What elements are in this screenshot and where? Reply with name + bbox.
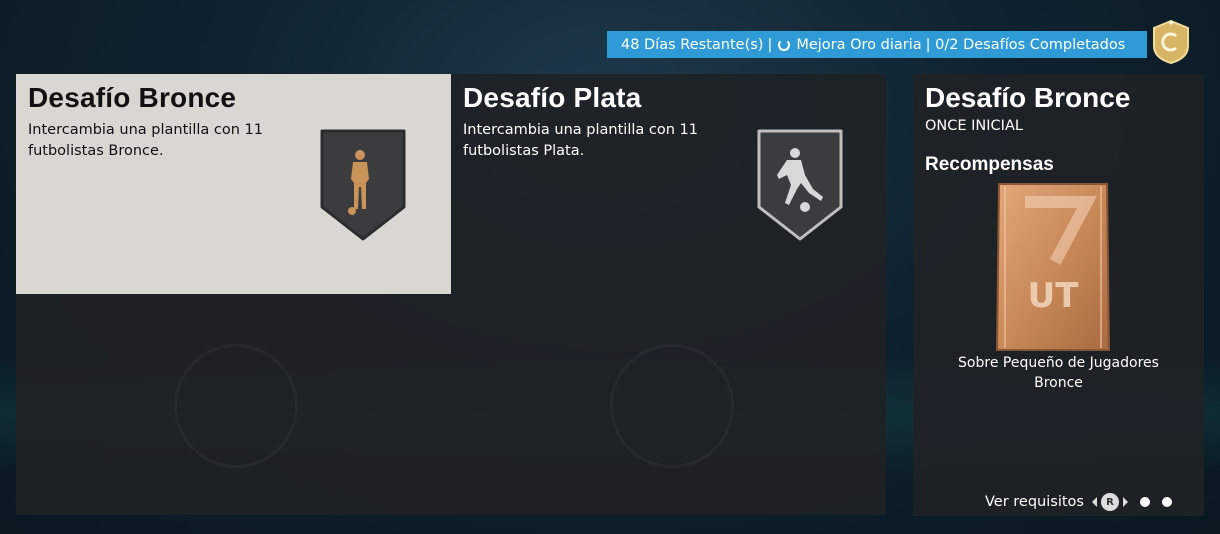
rewards-heading: Recompensas: [925, 154, 1054, 175]
arrow-right-icon: [1122, 497, 1128, 507]
upgrade-label: Mejora Oro diaria: [796, 36, 922, 53]
dribbling-player-icon: [757, 129, 843, 241]
bronze-pack-icon: UT: [995, 183, 1111, 351]
page-dot-1[interactable]: [1139, 497, 1150, 507]
challenges-completed: | 0/2 Desafíos Completados: [925, 36, 1126, 53]
detail-subtitle: ONCE INICIAL: [925, 118, 1023, 134]
challenge-title: Desafío Bronce: [28, 82, 237, 113]
reward-label: Sobre Pequeño de Jugadores Bronce: [913, 353, 1204, 393]
days-remaining: 48 Días Restante(s): [621, 36, 764, 53]
challenges-panel: Desafío Bronce Intercambia una plantilla…: [16, 74, 886, 515]
challenge-card-bronze[interactable]: Desafío Bronce Intercambia una plantilla…: [16, 74, 451, 294]
reward-line-2: Bronce: [1034, 375, 1083, 391]
banner-separator: |: [767, 36, 773, 53]
requirements-footer: Ver requisitos R: [985, 493, 1172, 511]
challenge-description: Intercambia una plantilla con 11 futboli…: [463, 122, 698, 159]
challenge-description: Intercambia una plantilla con 11 futboli…: [28, 122, 263, 159]
challenge-detail-panel: Desafío Bronce ONCE INICIAL Recompensas …: [913, 74, 1204, 516]
challenge-title: Desafío Plata: [463, 82, 642, 113]
svg-text:UT: UT: [1028, 276, 1080, 316]
ghost-emblem-right: [610, 344, 734, 468]
season-banner: 48 Días Restante(s) | Mejora Oro diaria …: [607, 31, 1147, 58]
detail-title: Desafío Bronce: [925, 82, 1131, 113]
standing-player-icon: [320, 129, 406, 241]
challenge-card-silver[interactable]: Desafío Plata Intercambia una plantilla …: [451, 74, 886, 294]
reward-line-1: Sobre Pequeño de Jugadores: [958, 355, 1159, 371]
arrow-left-icon: [1091, 497, 1097, 507]
page-dot-2[interactable]: [1161, 497, 1172, 507]
view-requirements-link[interactable]: Ver requisitos: [985, 494, 1084, 510]
refresh-icon: [778, 38, 791, 51]
r-button-icon[interactable]: R: [1100, 493, 1119, 511]
ghost-emblem-left: [174, 344, 298, 468]
gold-tier-badge-icon: [1153, 20, 1189, 64]
